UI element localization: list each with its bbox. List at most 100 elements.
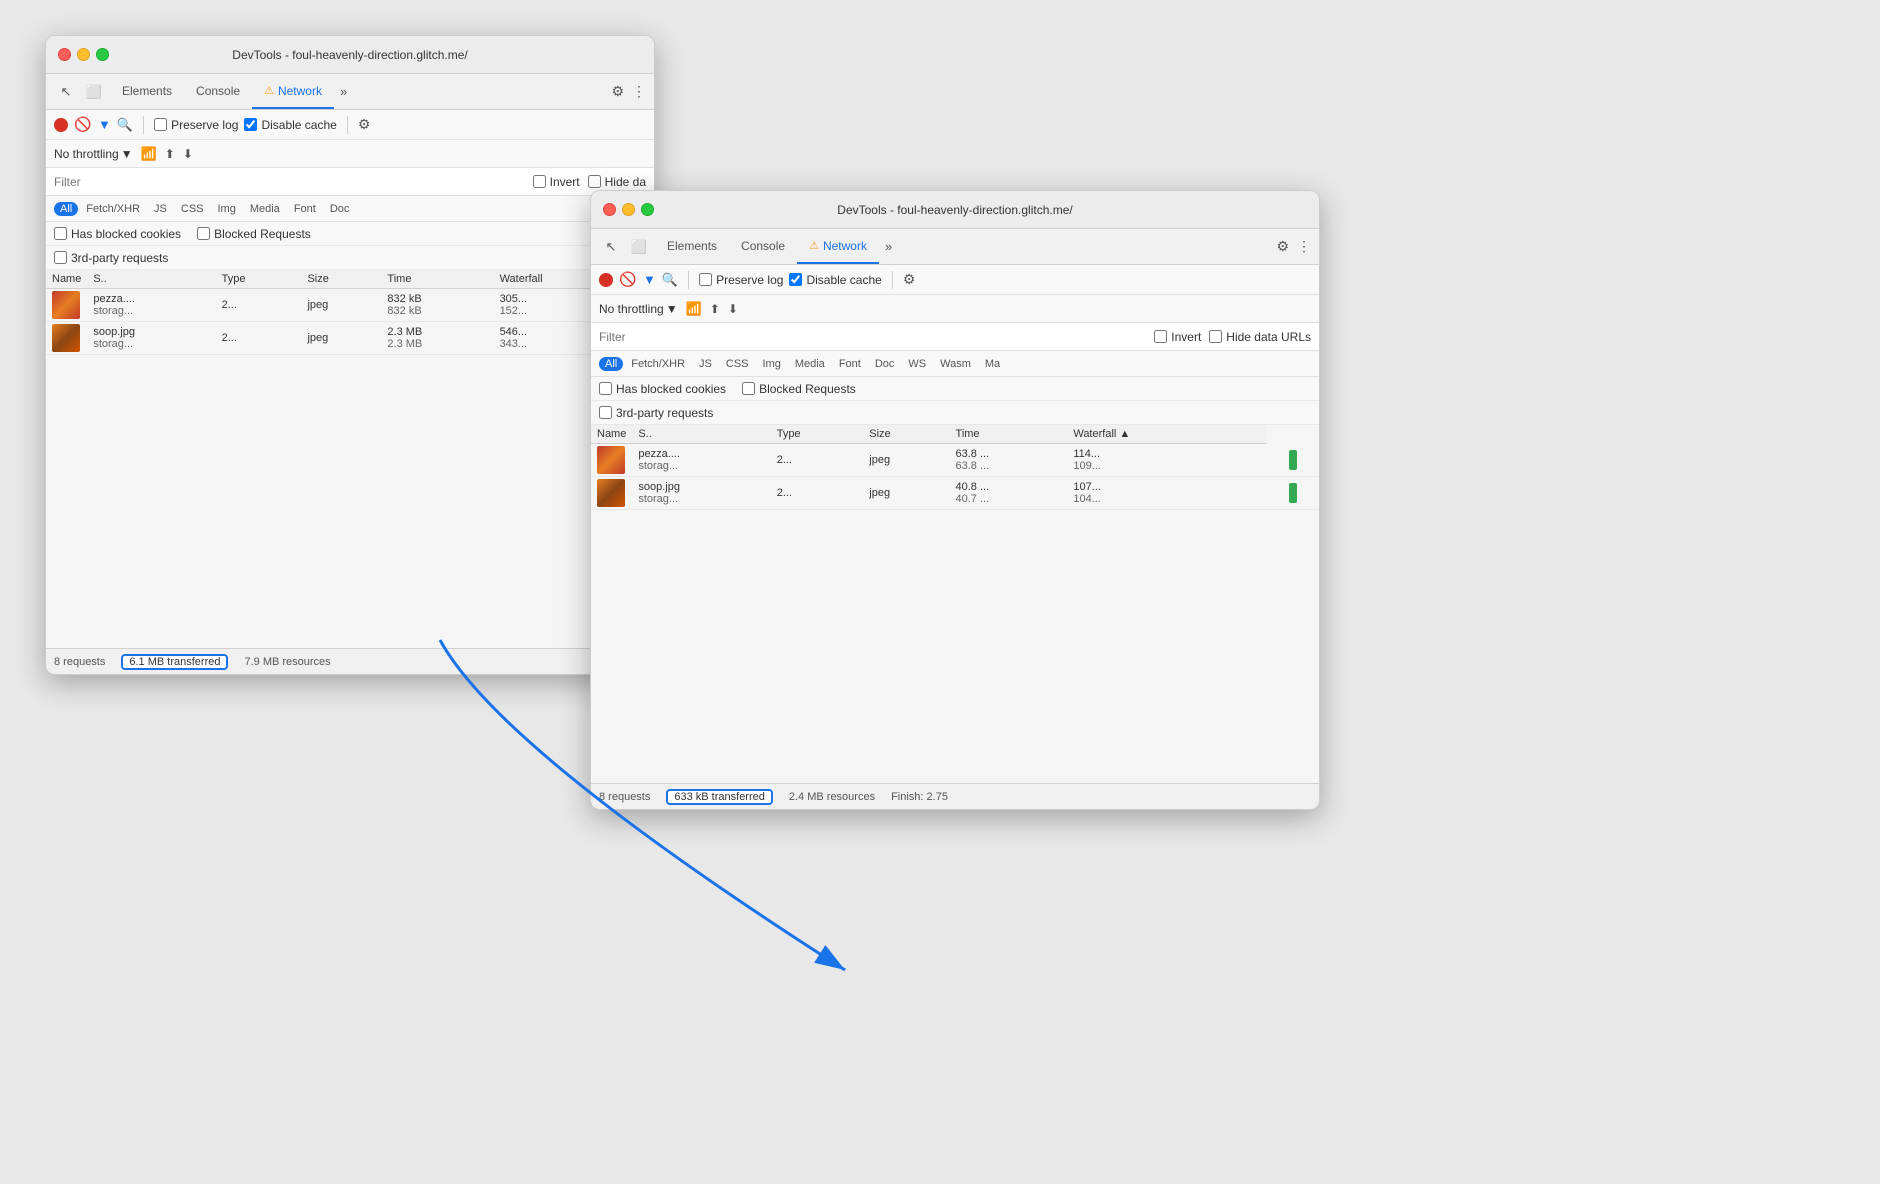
invert-checkbox-back[interactable]: [533, 175, 546, 188]
more-options-front[interactable]: ⋮: [1297, 238, 1311, 255]
col-status-back[interactable]: S..: [87, 270, 215, 289]
type-fetch-xhr-back[interactable]: Fetch/XHR: [80, 202, 146, 216]
col-time-back[interactable]: Time: [381, 270, 493, 289]
type-img-back[interactable]: Img: [212, 202, 242, 216]
maximize-button-back[interactable]: [96, 48, 109, 61]
device-tool-back[interactable]: ⬜: [82, 80, 106, 104]
hide-data-urls-checkbox-front[interactable]: [1209, 330, 1222, 343]
col-size-front[interactable]: Size: [863, 425, 949, 444]
disable-cache-checkbox-back[interactable]: [244, 118, 257, 131]
table-row[interactable]: soop.jpg storag... 2... jpeg 2.3 MB 2.3 …: [46, 322, 654, 355]
search-button-front[interactable]: 🔍: [662, 272, 678, 288]
tab-network-back[interactable]: ⚠ Network: [252, 74, 334, 109]
third-party-requests-back[interactable]: 3rd-party requests: [54, 251, 168, 265]
preserve-log-checkbox-back[interactable]: [154, 118, 167, 131]
type-css-front[interactable]: CSS: [720, 357, 755, 371]
upload-icon-front[interactable]: ⬆: [710, 302, 720, 316]
preserve-log-checkbox-front[interactable]: [699, 273, 712, 286]
type-doc-front[interactable]: Doc: [869, 357, 901, 371]
preserve-log-label-front[interactable]: Preserve log: [699, 273, 783, 287]
col-type-front[interactable]: Type: [771, 425, 864, 444]
disable-cache-label-back[interactable]: Disable cache: [244, 118, 336, 132]
invert-label-front[interactable]: Invert: [1154, 330, 1201, 344]
tab-more-back[interactable]: »: [334, 84, 353, 99]
type-media-front[interactable]: Media: [789, 357, 831, 371]
cursor-tool-front[interactable]: ↖: [599, 235, 623, 259]
device-tool-front[interactable]: ⬜: [627, 235, 651, 259]
type-all-back[interactable]: All: [54, 202, 78, 216]
block-button-back[interactable]: 🚫: [74, 116, 92, 134]
disable-cache-label-front[interactable]: Disable cache: [789, 273, 881, 287]
type-media-back[interactable]: Media: [244, 202, 286, 216]
throttle-select-front[interactable]: No throttling ▼: [599, 302, 678, 316]
more-options-back[interactable]: ⋮: [632, 83, 646, 100]
col-size-back[interactable]: Size: [301, 270, 381, 289]
download-icon-back[interactable]: ⬇: [183, 147, 193, 161]
has-blocked-cookies-back[interactable]: Has blocked cookies: [54, 227, 181, 241]
filter-button-front[interactable]: ▼: [643, 272, 656, 287]
blocked-requests-front[interactable]: Blocked Requests: [742, 382, 856, 396]
minimize-button-front[interactable]: [622, 203, 635, 216]
type-wasm-front[interactable]: Wasm: [934, 357, 977, 371]
type-css-back[interactable]: CSS: [175, 202, 210, 216]
type-doc-back[interactable]: Doc: [324, 202, 356, 216]
type-js-back[interactable]: JS: [148, 202, 173, 216]
type-img-front[interactable]: Img: [757, 357, 787, 371]
filter-input-back[interactable]: [54, 175, 525, 189]
hide-data-urls-checkbox-back[interactable]: [588, 175, 601, 188]
throttle-select-back[interactable]: No throttling ▼: [54, 147, 133, 161]
hide-data-urls-label-back[interactable]: Hide da: [588, 175, 646, 189]
record-button-front[interactable]: [599, 273, 613, 287]
type-ws-front[interactable]: WS: [902, 357, 932, 371]
blocked-cookies-checkbox-back[interactable]: [54, 227, 67, 240]
tab-console-front[interactable]: Console: [729, 229, 797, 264]
close-button-back[interactable]: [58, 48, 71, 61]
tab-elements-front[interactable]: Elements: [655, 229, 729, 264]
has-blocked-cookies-front[interactable]: Has blocked cookies: [599, 382, 726, 396]
table-row[interactable]: pezza.... storag... 2... jpeg 832 kB 832…: [46, 289, 654, 322]
third-party-requests-front[interactable]: 3rd-party requests: [599, 406, 713, 420]
search-button-back[interactable]: 🔍: [117, 117, 133, 133]
disable-cache-checkbox-front[interactable]: [789, 273, 802, 286]
col-name-back[interactable]: Name: [46, 270, 87, 289]
record-button-back[interactable]: [54, 118, 68, 132]
close-button-front[interactable]: [603, 203, 616, 216]
type-font-front[interactable]: Font: [833, 357, 867, 371]
blocked-requests-back[interactable]: Blocked Requests: [197, 227, 311, 241]
col-waterfall-front[interactable]: Waterfall ▲: [1067, 425, 1267, 444]
download-icon-front[interactable]: ⬇: [728, 302, 738, 316]
tab-more-front[interactable]: »: [879, 239, 898, 254]
third-party-checkbox-back[interactable]: [54, 251, 67, 264]
col-time-front[interactable]: Time: [950, 425, 1068, 444]
tab-elements-back[interactable]: Elements: [110, 74, 184, 109]
cursor-tool-back[interactable]: ↖: [54, 80, 78, 104]
settings-button-front[interactable]: ⚙: [1276, 238, 1289, 255]
table-row[interactable]: soop.jpg storag... 2... jpeg 40.8 ... 40…: [591, 477, 1319, 510]
type-font-back[interactable]: Font: [288, 202, 322, 216]
type-fetch-xhr-front[interactable]: Fetch/XHR: [625, 357, 691, 371]
third-party-checkbox-front[interactable]: [599, 406, 612, 419]
invert-label-back[interactable]: Invert: [533, 175, 580, 189]
block-button-front[interactable]: 🚫: [619, 271, 637, 289]
type-ma-front[interactable]: Ma: [979, 357, 1006, 371]
type-all-front[interactable]: All: [599, 357, 623, 371]
minimize-button-back[interactable]: [77, 48, 90, 61]
col-type-back[interactable]: Type: [216, 270, 302, 289]
invert-checkbox-front[interactable]: [1154, 330, 1167, 343]
blocked-requests-checkbox-front[interactable]: [742, 382, 755, 395]
table-row[interactable]: pezza.... storag... 2... jpeg 63.8 ... 6…: [591, 444, 1319, 477]
maximize-button-front[interactable]: [641, 203, 654, 216]
settings-button-back[interactable]: ⚙: [611, 83, 624, 100]
tab-console-back[interactable]: Console: [184, 74, 252, 109]
upload-icon-back[interactable]: ⬆: [165, 147, 175, 161]
blocked-requests-checkbox-back[interactable]: [197, 227, 210, 240]
blocked-cookies-checkbox-front[interactable]: [599, 382, 612, 395]
network-settings-front[interactable]: ⚙: [903, 271, 916, 288]
filter-button-back[interactable]: ▼: [98, 117, 111, 132]
hide-data-urls-label-front[interactable]: Hide data URLs: [1209, 330, 1311, 344]
col-name-front[interactable]: Name: [591, 425, 632, 444]
preserve-log-label-back[interactable]: Preserve log: [154, 118, 238, 132]
col-status-front[interactable]: S..: [632, 425, 770, 444]
type-js-front[interactable]: JS: [693, 357, 718, 371]
network-settings-back[interactable]: ⚙: [358, 116, 371, 133]
